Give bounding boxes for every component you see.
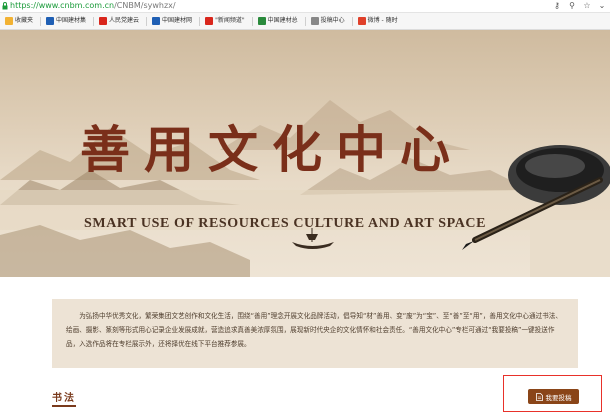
bookmark-label: 微博 - 随时 (367, 17, 398, 24)
chevron-down-icon[interactable]: ⌄ (598, 1, 606, 11)
bookmark-separator (304, 16, 306, 26)
bookmark-favicon-icon (257, 17, 266, 25)
bookmark-label: "新闻频道" (215, 17, 245, 24)
banner-subtitle: SMART USE OF RESOURCES CULTURE AND ART S… (84, 216, 487, 231)
bookmark-item[interactable]: "新闻频道" (202, 15, 248, 28)
star-icon[interactable]: ☆ (583, 1, 591, 11)
bookmark-separator (40, 16, 42, 26)
hero-banner: 善用文化中心 SMART USE OF RESOURCES CULTURE AN… (0, 30, 610, 277)
bookmark-favicon-icon (152, 17, 161, 25)
url-text[interactable]: https://www.cnbm.com.cn/CNBM/sywhzx/ (10, 1, 176, 11)
section-underline (52, 405, 76, 407)
address-bar[interactable]: https://www.cnbm.com.cn/CNBM/sywhzx/ ⚷ ⚲… (0, 0, 610, 13)
bookmark-favicon-icon (46, 17, 55, 25)
bookmark-label: 投稿中心 (320, 17, 345, 24)
bookmark-favicon-icon (310, 17, 319, 25)
bookmark-item[interactable]: 中国建材集 (43, 15, 89, 28)
bookmark-item[interactable]: 人民党建云 (96, 15, 142, 28)
intro-panel: 为弘扬中华优秀文化，繁荣集团文艺创作和文化生活，围绕“善用”理念开展文化品牌活动… (52, 299, 578, 368)
bookmark-favicon-icon (205, 17, 214, 25)
bookmark-item[interactable]: 投稿中心 (308, 15, 348, 28)
submit-work-button[interactable]: 我要投稿 (528, 389, 579, 404)
lock-icon (2, 2, 8, 10)
bookmark-separator (351, 16, 353, 26)
bookmark-label: 人民党建云 (109, 17, 140, 24)
bookmark-separator (199, 16, 201, 26)
bookmark-label: 中国建材网 (162, 17, 193, 24)
bookmark-separator (251, 16, 253, 26)
banner-title: 善用文化中心 (80, 120, 464, 179)
bookmark-favicon-icon (99, 17, 108, 25)
bookmark-favicon-icon (357, 17, 366, 25)
bookmark-item[interactable]: 收藏夹 (2, 15, 36, 28)
intro-text: 为弘扬中华优秀文化，繁荣集团文艺创作和文化生活，围绕“善用”理念开展文化品牌活动… (66, 312, 562, 349)
bookmark-item[interactable]: 中国建材网 (149, 15, 195, 28)
bookmarks-bar: 收藏夹 中国建材集 人民党建云 中国建材网 "新闻频道" 中国建材总 投稿中心 微博 - 随时 (0, 13, 610, 30)
bookmark-separator (93, 16, 95, 26)
bookmark-item[interactable]: 中国建材总 (255, 15, 301, 28)
bookmark-favicon-icon (5, 17, 13, 25)
bookmark-label: 中国建材总 (267, 17, 298, 24)
search-icon[interactable]: ⚲ (568, 1, 576, 11)
section-title[interactable]: 书法 (52, 389, 76, 404)
bookmark-label: 中国建材集 (56, 17, 87, 24)
bookmark-label: 收藏夹 (15, 17, 34, 24)
bookmark-separator (146, 16, 148, 26)
submit-work-label: 我要投稿 (545, 393, 572, 402)
bookmark-item[interactable]: 微博 - 随时 (355, 15, 401, 28)
document-icon (535, 392, 543, 401)
key-icon[interactable]: ⚷ (553, 1, 561, 11)
